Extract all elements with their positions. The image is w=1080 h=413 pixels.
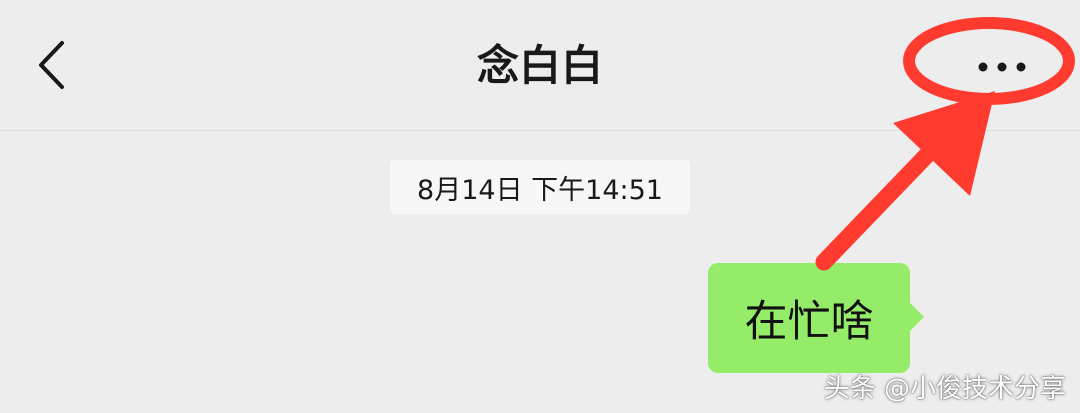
more-button[interactable] [966,50,1038,84]
chat-title: 念白白 [476,41,603,90]
watermark: 头条 @小俊技术分享 [823,374,1066,404]
annotation-arrow-shaft [815,119,962,271]
message-bubble-tail [909,302,924,332]
ellipsis-icon [978,62,1026,72]
message-timestamp: 8月14日 下午14:51 [390,160,690,214]
message-bubble-self[interactable]: 在忙啥 [708,263,910,373]
chat-header: 念白白 [0,0,1080,131]
